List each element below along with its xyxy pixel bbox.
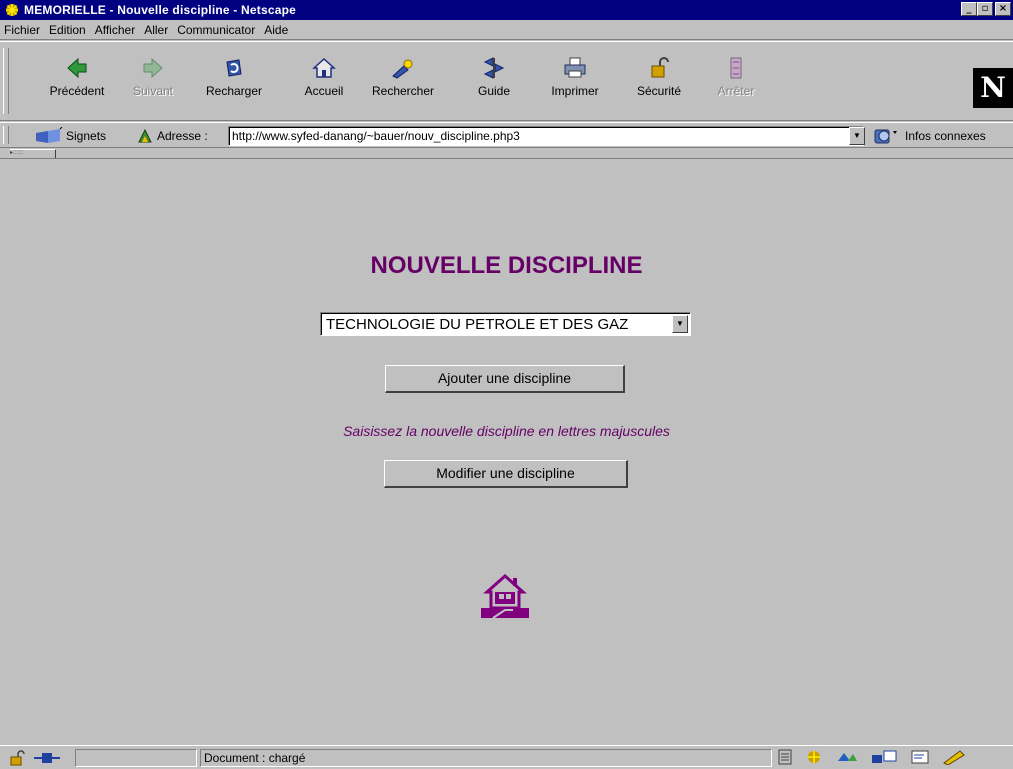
component-bar-grip-icon[interactable] bbox=[778, 749, 792, 765]
bookmarks-label: Signets bbox=[66, 129, 107, 143]
home-label: Accueil bbox=[304, 84, 344, 98]
menu-aide[interactable]: Aide bbox=[264, 23, 288, 37]
house-icon[interactable] bbox=[479, 572, 531, 620]
search-button[interactable]: Rechercher bbox=[368, 48, 438, 112]
print-button[interactable]: Imprimer bbox=[540, 48, 610, 112]
security-button[interactable]: Sécurité bbox=[624, 48, 694, 112]
newsgroups-icon[interactable] bbox=[870, 749, 898, 765]
stop-icon bbox=[730, 57, 742, 79]
collapsed-toolbar-tab[interactable]: ▸:::::: bbox=[10, 149, 56, 158]
page-title: NOUVELLE DISCIPLINE bbox=[370, 252, 643, 279]
chevron-down-icon[interactable]: ▼ bbox=[672, 315, 688, 333]
reload-icon bbox=[226, 59, 242, 77]
menu-afficher[interactable]: Afficher bbox=[95, 23, 135, 37]
window-title: MEMORIELLE - Nouvelle discipline - Netsc… bbox=[24, 3, 296, 17]
address-label: Adresse : bbox=[157, 129, 208, 143]
forward-label: Suivant bbox=[132, 84, 174, 98]
stop-label: Arrêter bbox=[717, 84, 755, 98]
navigator-icon[interactable] bbox=[804, 749, 824, 765]
pen-icon[interactable] bbox=[942, 749, 966, 765]
discipline-select[interactable]: TECHNOLOGIE DU PETROLE ET DES GAZ ▼ bbox=[320, 312, 691, 336]
search-icon bbox=[392, 59, 413, 79]
back-button[interactable]: Précédent bbox=[42, 48, 112, 112]
component-bar bbox=[778, 749, 966, 765]
menu-communicator[interactable]: Communicator bbox=[177, 23, 255, 37]
close-button[interactable]: × bbox=[995, 2, 1011, 16]
bookmarks-icon bbox=[36, 127, 63, 143]
status-bar: Document : chargé bbox=[0, 745, 1013, 769]
menu-fichier[interactable]: Fichier bbox=[4, 23, 40, 37]
bookmarks-button[interactable]: Signets bbox=[34, 127, 106, 145]
instruction-text: Saisissez la nouvelle discipline en lett… bbox=[343, 423, 670, 439]
url-history-dropdown[interactable]: ▼ bbox=[849, 127, 865, 145]
guide-button[interactable]: Guide bbox=[459, 48, 529, 112]
guide-label: Guide bbox=[477, 84, 511, 98]
guide-icon bbox=[483, 57, 505, 79]
location-toolbar: Signets Adresse : http://www.syfed-danan… bbox=[0, 122, 1013, 148]
mail-icon[interactable] bbox=[836, 749, 858, 765]
menu-bar: Fichier Edition Afficher Aller Communica… bbox=[0, 20, 1013, 40]
back-label: Précédent bbox=[49, 84, 105, 98]
home-button[interactable]: Accueil bbox=[289, 48, 359, 112]
discipline-selected-value: TECHNOLOGIE DU PETROLE ET DES GAZ bbox=[326, 316, 629, 333]
title-bar: MEMORIELLE - Nouvelle discipline - Netsc… bbox=[0, 0, 1013, 20]
collapsed-toolbar-strip: ▸:::::: bbox=[0, 149, 1013, 159]
padlock-icon bbox=[651, 57, 669, 78]
location-icon bbox=[138, 128, 152, 143]
forward-button[interactable]: Suivant bbox=[118, 48, 188, 112]
status-text: Document : chargé bbox=[200, 749, 772, 767]
window-controls: _ ▫ × bbox=[961, 2, 1011, 16]
related-links-button[interactable]: Infos connexes bbox=[873, 127, 986, 145]
menu-aller[interactable]: Aller bbox=[144, 23, 168, 37]
modify-discipline-button[interactable]: Modifier une discipline bbox=[384, 460, 628, 488]
related-links-icon bbox=[874, 129, 897, 144]
toolbar-grip[interactable] bbox=[3, 48, 9, 114]
location-grip[interactable] bbox=[3, 126, 9, 144]
address-label-group: Adresse : bbox=[136, 127, 208, 145]
minimize-button[interactable]: _ bbox=[961, 2, 977, 16]
security-lock-icon[interactable] bbox=[8, 750, 28, 766]
security-label: Sécurité bbox=[636, 84, 682, 98]
reload-button[interactable]: Recharger bbox=[199, 48, 269, 112]
page-content: NOUVELLE DISCIPLINE TECHNOLOGIE DU PETRO… bbox=[0, 160, 1013, 745]
print-label: Imprimer bbox=[551, 84, 599, 98]
home-icon bbox=[312, 57, 336, 78]
add-discipline-button[interactable]: Ajouter une discipline bbox=[385, 365, 625, 393]
navigation-toolbar: Précédent Suivant Recharger Accueil Rech… bbox=[0, 41, 1013, 121]
stop-button[interactable]: Arrêter bbox=[701, 48, 771, 112]
related-links-label: Infos connexes bbox=[905, 129, 986, 143]
search-label: Rechercher bbox=[371, 84, 435, 98]
maximize-button[interactable]: ▫ bbox=[977, 2, 993, 16]
forward-arrow-icon bbox=[143, 57, 163, 79]
url-input[interactable]: http://www.syfed-danang/~bauer/nouv_disc… bbox=[228, 126, 864, 146]
connection-icon[interactable] bbox=[32, 750, 62, 766]
composer-icon[interactable] bbox=[910, 749, 930, 765]
menu-edition[interactable]: Edition bbox=[49, 23, 86, 37]
printer-icon bbox=[564, 57, 586, 78]
status-left-icons bbox=[8, 750, 62, 766]
back-arrow-icon bbox=[67, 57, 87, 79]
netscape-app-icon bbox=[6, 4, 18, 16]
progress-bar bbox=[75, 749, 197, 767]
netscape-logo[interactable]: N bbox=[973, 68, 1013, 108]
reload-label: Recharger bbox=[205, 84, 263, 98]
